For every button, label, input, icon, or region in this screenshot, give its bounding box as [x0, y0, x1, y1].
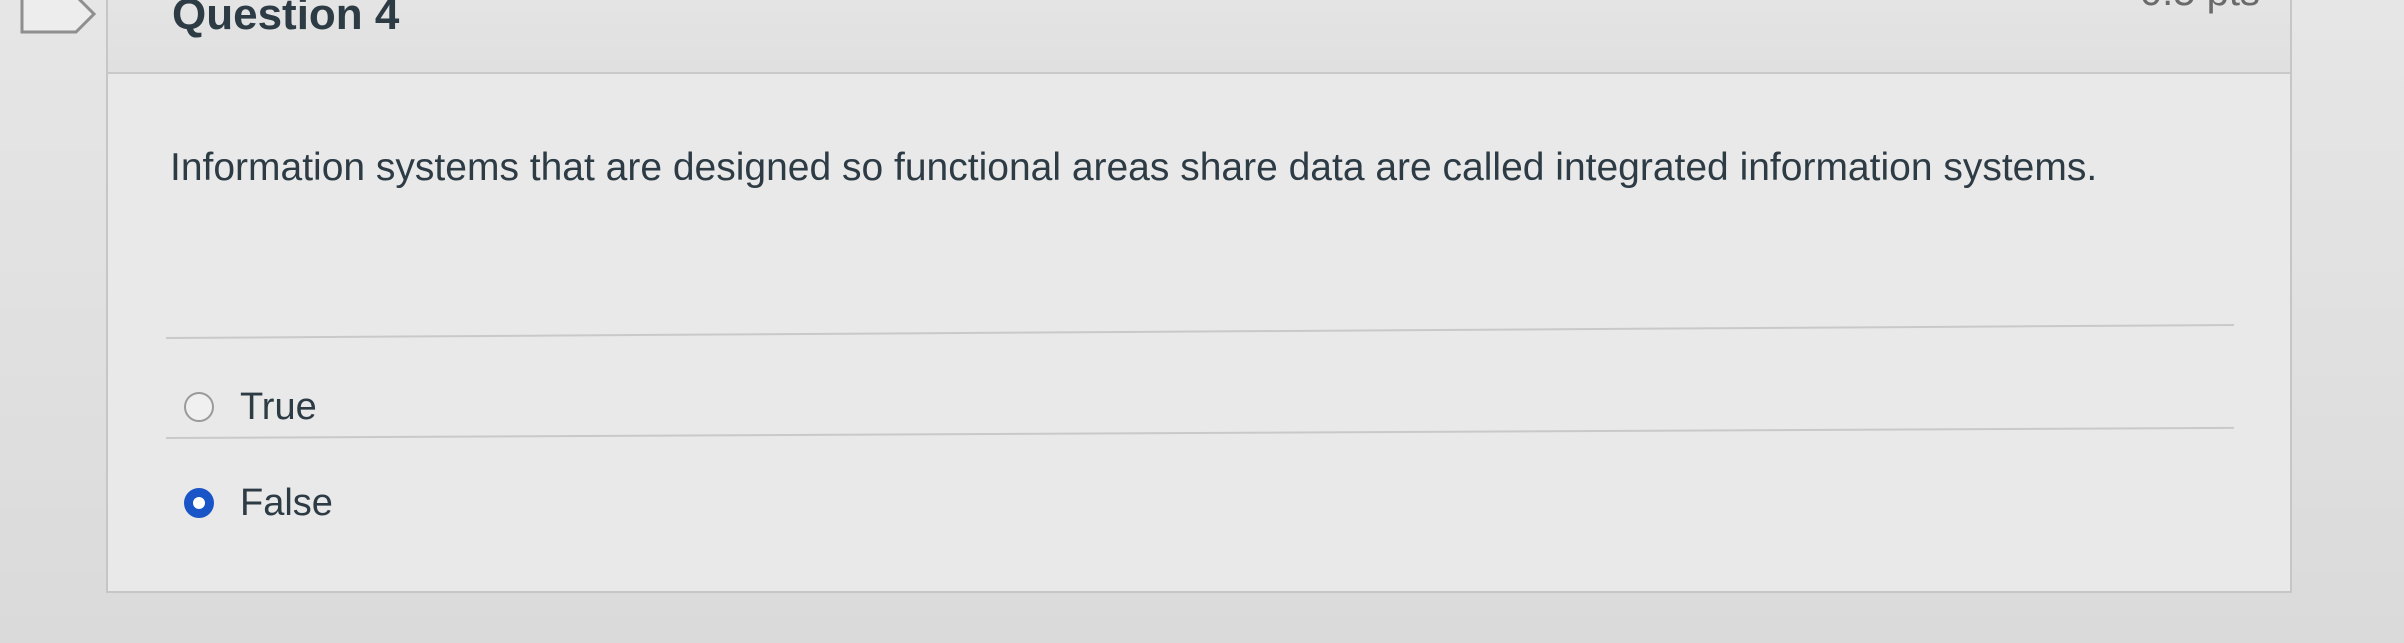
answer-option-true[interactable]: True	[184, 382, 317, 432]
radio-button-checked[interactable]	[184, 488, 214, 518]
answer-divider	[165, 324, 2234, 339]
answer-option-false[interactable]: False	[184, 478, 333, 528]
answer-divider	[165, 426, 2234, 439]
question-title: Question 4	[172, 0, 400, 39]
flag-icon[interactable]	[18, 0, 98, 36]
points-label: 0.5 pts	[2140, 0, 2260, 15]
question-text: Information systems that are designed so…	[170, 146, 2098, 189]
answer-label-true[interactable]: True	[240, 386, 317, 429]
radio-button-unchecked[interactable]	[184, 392, 214, 422]
answer-label-false[interactable]: False	[240, 482, 333, 525]
question-header: Question 4 0.5 pts	[108, 0, 2290, 74]
question-card: Question 4 0.5 pts Information systems t…	[106, 0, 2292, 593]
